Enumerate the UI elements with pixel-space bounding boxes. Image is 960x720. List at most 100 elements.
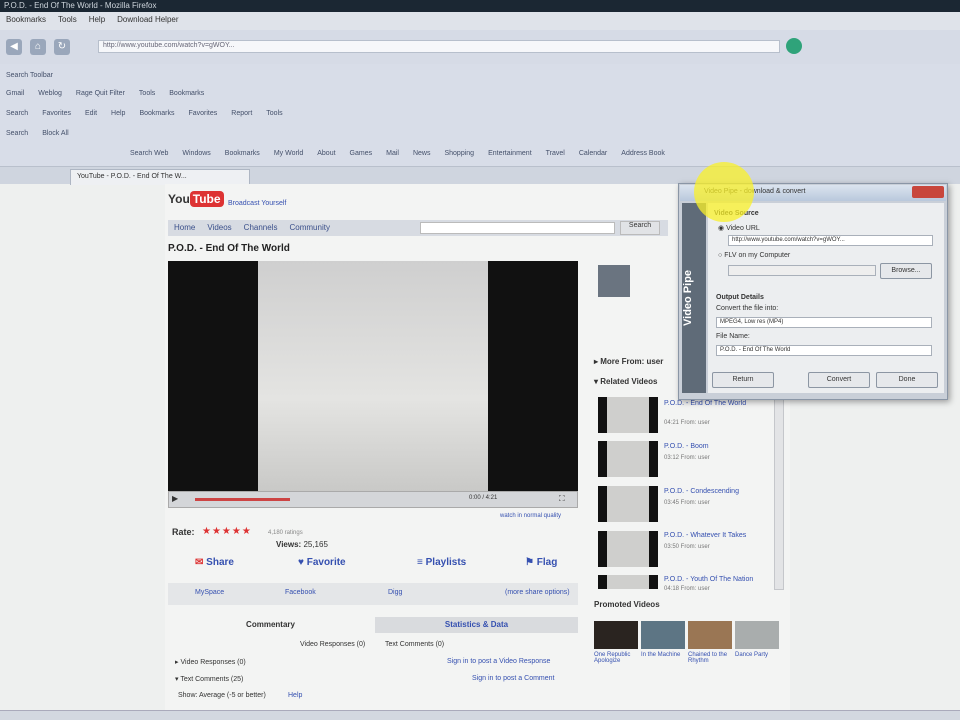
toolbar-item[interactable]: About xyxy=(317,150,335,157)
tab-statistics[interactable]: Statistics & Data xyxy=(375,617,578,633)
promoted-title[interactable]: Dance Party xyxy=(735,652,779,658)
toolbar-item[interactable]: News xyxy=(413,150,431,157)
address-bar[interactable]: http://www.youtube.com/watch?v=gWOY... xyxy=(98,40,780,53)
myspace-link[interactable]: MySpace xyxy=(195,589,224,596)
menu-bookmarks[interactable]: Bookmarks xyxy=(6,15,46,27)
related-title[interactable]: P.O.D. - Whatever It Takes xyxy=(664,532,774,539)
toolbar-item[interactable]: Entertainment xyxy=(488,150,532,157)
toolbar-item[interactable]: Search Toolbar xyxy=(6,72,53,79)
comment-filter-select[interactable]: Show: Average (-5 or better) xyxy=(178,692,266,699)
playlists-button[interactable]: ≡ Playlists xyxy=(417,557,466,568)
nav-videos[interactable]: Videos xyxy=(207,223,231,233)
related-title[interactable]: P.O.D. - Youth Of The Nation xyxy=(664,576,774,583)
toolbar-item[interactable]: Bookmarks xyxy=(169,90,204,97)
toolbar-item[interactable]: Shopping xyxy=(444,150,474,157)
nav-home[interactable]: Home xyxy=(174,223,195,233)
promoted-thumb[interactable] xyxy=(735,621,779,649)
more-share-link[interactable]: (more share options) xyxy=(505,589,570,596)
flag-button[interactable]: ⚑ Flag xyxy=(525,557,557,568)
channel-avatar[interactable] xyxy=(598,265,630,297)
toolbar-item[interactable]: My World xyxy=(274,150,303,157)
home-icon[interactable]: ⌂ xyxy=(30,39,46,55)
toolbar-item[interactable]: Bookmarks xyxy=(225,150,260,157)
facebook-link[interactable]: Facebook xyxy=(285,589,316,596)
done-button[interactable]: Done xyxy=(876,372,938,388)
related-thumb[interactable] xyxy=(598,486,658,522)
promoted-title[interactable]: One Republic Apologize xyxy=(594,652,638,664)
search-button[interactable]: Search xyxy=(620,221,660,235)
toolbar-item[interactable]: Bookmarks xyxy=(139,110,174,117)
help-link[interactable]: Help xyxy=(288,692,302,699)
share-button[interactable]: ✉ Share xyxy=(195,557,234,568)
toolbar-item[interactable]: Report xyxy=(231,110,252,117)
format-select[interactable]: MPEG4, Low res (MP4) xyxy=(716,317,932,328)
toolbar-item[interactable]: Search xyxy=(6,130,28,137)
file-name-input[interactable]: P.O.D. - End Of The World xyxy=(716,345,932,356)
radio-flv-file[interactable]: ○ FLV on my Computer xyxy=(718,252,790,259)
go-icon[interactable] xyxy=(786,38,802,54)
nav-channels[interactable]: Channels xyxy=(244,223,278,233)
promoted-title[interactable]: Chained to the Rhythm xyxy=(688,652,732,664)
rating-stars[interactable]: ★★★★★ xyxy=(202,526,252,537)
return-button[interactable]: Return xyxy=(712,372,774,388)
related-scrollbar[interactable] xyxy=(774,395,784,590)
promoted-title[interactable]: In the Machine xyxy=(641,652,685,658)
tab-commentary[interactable]: Commentary xyxy=(168,617,373,633)
toolbar-item[interactable]: Favorites xyxy=(42,110,71,117)
menu-download-helper[interactable]: Download Helper xyxy=(117,15,178,27)
close-icon[interactable] xyxy=(912,186,944,198)
more-from-header[interactable]: ▸ More From: user xyxy=(594,357,663,366)
related-thumb[interactable] xyxy=(598,441,658,477)
toolbar-item[interactable]: Help xyxy=(111,110,125,117)
toolbar-item[interactable]: Address Book xyxy=(621,150,665,157)
toolbar-item[interactable]: Search Web xyxy=(130,150,168,157)
toolbar-item[interactable]: Mail xyxy=(386,150,399,157)
back-icon[interactable]: ◀ xyxy=(6,39,22,55)
promoted-thumb[interactable] xyxy=(641,621,685,649)
related-title[interactable]: P.O.D. - End Of The World xyxy=(664,400,774,407)
tab-youtube[interactable]: YouTube - P.O.D. - End Of The W... xyxy=(70,169,250,185)
related-title[interactable]: P.O.D. - Condescending xyxy=(664,488,774,495)
toolbar-item[interactable]: Rage Quit Filter xyxy=(76,90,125,97)
related-thumb[interactable] xyxy=(598,531,658,567)
toolbar-item[interactable]: Games xyxy=(350,150,373,157)
related-thumb[interactable] xyxy=(598,575,658,589)
browse-button[interactable]: Browse... xyxy=(880,263,932,279)
toolbar-item[interactable]: Gmail xyxy=(6,90,24,97)
toolbar-item[interactable]: Edit xyxy=(85,110,97,117)
text-comments-toggle[interactable]: ▾ Text Comments (25) xyxy=(175,675,243,683)
toolbar-item[interactable]: Calendar xyxy=(579,150,607,157)
convert-button[interactable]: Convert xyxy=(808,372,870,388)
favorite-button[interactable]: ♥ Favorite xyxy=(298,557,346,568)
video-response-signin[interactable]: Sign in to post a Video Response xyxy=(447,658,550,665)
toolbar-item[interactable]: Search xyxy=(6,110,28,117)
toolbar-item[interactable]: Weblog xyxy=(38,90,62,97)
search-input[interactable] xyxy=(420,222,615,234)
youtube-logo[interactable]: You Tube xyxy=(168,191,224,207)
toolbar-item[interactable]: Windows xyxy=(182,150,210,157)
fullscreen-icon[interactable]: ⛶ xyxy=(559,494,565,504)
related-header[interactable]: ▾ Related Videos xyxy=(594,377,657,386)
filter-video-responses[interactable]: Video Responses (0) xyxy=(300,641,365,648)
menu-help[interactable]: Help xyxy=(89,15,105,27)
promoted-thumb[interactable] xyxy=(594,621,638,649)
play-icon[interactable]: ▶ xyxy=(172,494,178,503)
toolbar-item[interactable]: Block All xyxy=(42,130,68,137)
watch-quality-link[interactable]: watch in normal quality xyxy=(500,513,561,519)
toolbar-item[interactable]: Tools xyxy=(139,90,155,97)
promoted-thumb[interactable] xyxy=(688,621,732,649)
reload-icon[interactable]: ↻ xyxy=(54,39,70,55)
video-url-input[interactable]: http://www.youtube.com/watch?v=gWOY... xyxy=(728,235,933,246)
toolbar-item[interactable]: Travel xyxy=(546,150,565,157)
digg-link[interactable]: Digg xyxy=(388,589,402,596)
menu-tools[interactable]: Tools xyxy=(58,15,77,27)
video-responses-toggle[interactable]: ▸ Video Responses (0) xyxy=(175,658,246,666)
toolbar-item[interactable]: Tools xyxy=(266,110,282,117)
toolbar-item[interactable]: Favorites xyxy=(188,110,217,117)
related-thumb[interactable] xyxy=(598,397,658,433)
filter-text-comments[interactable]: Text Comments (0) xyxy=(385,641,444,648)
radio-video-url[interactable]: ◉ Video URL xyxy=(718,224,760,232)
related-title[interactable]: P.O.D. - Boom xyxy=(664,443,774,450)
flv-file-input[interactable] xyxy=(728,265,876,276)
progress-bar[interactable] xyxy=(195,498,290,501)
